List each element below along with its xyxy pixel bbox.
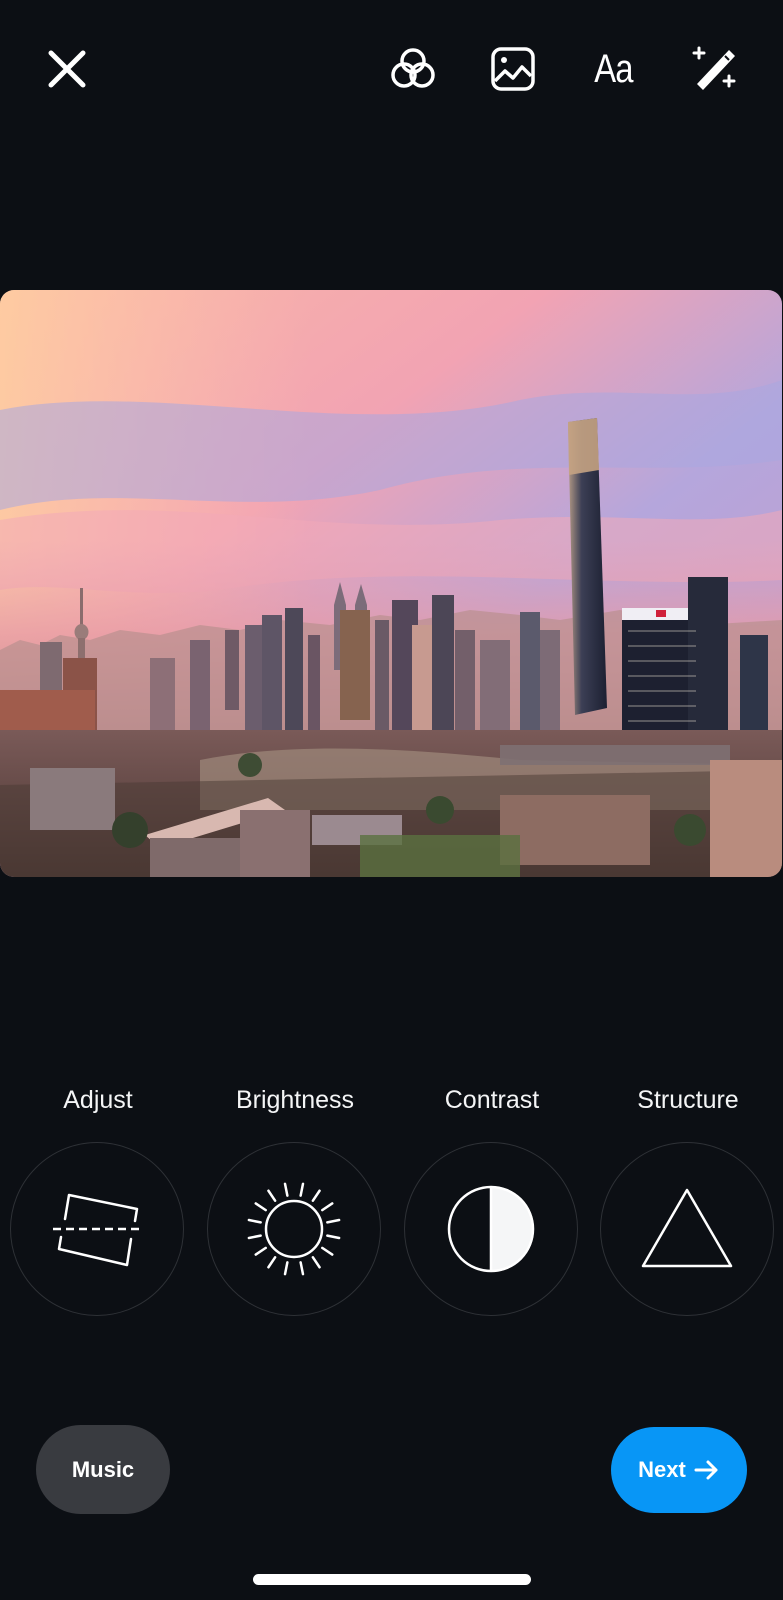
sun-ray [247,1218,262,1224]
effects-button[interactable] [686,41,742,97]
tool-contrast[interactable]: Contrast [404,1080,580,1320]
tool-adjust[interactable]: Adjust [10,1080,186,1320]
sun-ray [311,1189,321,1202]
tool-structure[interactable]: Structure [600,1080,776,1320]
sun-ray [267,1256,277,1269]
text-icon: Aa [593,46,633,91]
tool-structure-button[interactable] [600,1142,774,1316]
tool-label: Structure [637,1086,739,1114]
sun-ray [254,1202,267,1212]
filters-button[interactable] [385,41,441,97]
next-label: Next [638,1457,686,1482]
sun-ray [283,1261,289,1276]
tool-label: Brightness [235,1086,355,1114]
skyline-photo [0,290,782,877]
sticker-image-icon [491,47,535,91]
sun-ray [326,1218,341,1224]
sun-ray [247,1234,262,1240]
tool-label: Adjust [63,1086,133,1114]
magic-wand-icon [692,46,736,90]
tool-label: Contrast [444,1086,540,1114]
sun-ray [311,1256,321,1269]
add-image-button[interactable] [485,41,541,97]
top-toolbar: Aa [0,0,783,140]
sun-ray [254,1246,267,1256]
filters-icon [391,48,435,88]
sun-ray [326,1234,341,1240]
contrast-icon [447,1185,535,1273]
sun-ray [299,1261,305,1276]
tool-brightness[interactable]: Brightness [207,1080,383,1320]
adjustment-tools: Adjust Brightness Contrast Structure [0,1080,783,1320]
sun-ray [299,1182,305,1197]
tool-brightness-button[interactable] [207,1142,381,1316]
sun-ray [283,1182,289,1197]
sun-ray [321,1246,334,1256]
sun-ray [321,1202,334,1212]
home-indicator[interactable] [253,1574,531,1585]
brightness-icon [247,1182,341,1276]
structure-icon [641,1188,733,1268]
adjust-icon [53,1193,141,1267]
music-button[interactable]: Music [36,1425,170,1514]
tool-adjust-button[interactable] [10,1142,184,1316]
tool-contrast-button[interactable] [404,1142,578,1316]
next-button[interactable]: Next [611,1427,747,1513]
text-button[interactable]: Aa [585,41,641,97]
close-button[interactable] [39,41,95,97]
close-icon [48,50,86,88]
arrow-right-icon [694,1460,718,1480]
photo-canvas[interactable] [0,290,782,877]
music-label: Music [71,1456,135,1482]
sun-ray [267,1189,277,1202]
